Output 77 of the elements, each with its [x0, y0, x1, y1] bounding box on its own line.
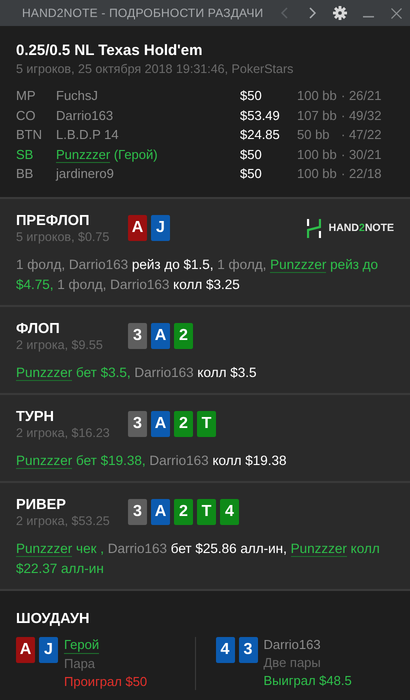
hand-rank: Пара [64, 656, 96, 672]
player-stack: $24.85 [240, 126, 281, 144]
player-link[interactable]: Punzzzer [16, 540, 72, 556]
player-name: Darrio163 [56, 106, 114, 124]
player-position: MP [16, 87, 36, 104]
chevron-right-icon [308, 7, 316, 19]
action-line: 1 фолд, Darrio163 рейз до $1.5, 1 фолд, Punzzzer рейз до $4.75, 1 фолд, Darrio163 колл $3.25 [16, 256, 380, 294]
player-link[interactable]: Герой [64, 636, 100, 654]
player-bb: 107 bb [297, 106, 338, 124]
playing-card: J [39, 636, 58, 662]
street-info: 5 игроков, $0.75 [16, 230, 110, 244]
action-line: Punzzzer бет $3.5, Darrio163 колл $3.5 [16, 364, 258, 382]
street-title: РИВЕР [16, 496, 67, 512]
player-stats: · 47/22 [341, 126, 382, 144]
player-bb: 50 bb [297, 126, 331, 144]
hand-rank: Две пары [264, 654, 321, 670]
action-line: Punzzzer бет $19.38, Darrio163 колл $19.38 [16, 452, 288, 470]
player-link[interactable]: Punzzzer [270, 256, 326, 272]
player-position: CO [16, 106, 36, 124]
playing-card: 3 [128, 323, 147, 349]
player-bb: 100 bb [297, 165, 338, 182]
player-stats: · 26/21 [341, 87, 382, 104]
playing-card: J [151, 215, 170, 241]
street-info: 2 игрока, $9.55 [16, 338, 104, 352]
playing-card: 2 [174, 499, 193, 525]
street-title: ТУРН [16, 408, 56, 424]
player-stats: · 30/21 [341, 146, 382, 163]
result-text: Проиграл $50 [64, 674, 148, 690]
result-text: Выиграл $48.5 [264, 672, 352, 688]
player-position: BTN [16, 126, 43, 144]
logo-text: HAND2NOTE [328, 222, 394, 234]
playing-card: 4 [220, 499, 239, 525]
player-stack: $53.49 [240, 106, 281, 124]
hero-label: (Герой) [112, 146, 158, 162]
playing-card: T [197, 411, 216, 437]
playing-card: A [151, 411, 170, 437]
player-stack: $50 [240, 87, 263, 104]
playing-card: 3 [128, 499, 147, 525]
player-position: SB [16, 146, 34, 163]
player-bb: 100 bb [297, 146, 338, 163]
hand-subtitle: 5 игроков, 25 октября 2018 19:31:46, PokerStars [16, 62, 294, 76]
chevron-left-icon [280, 7, 288, 19]
player-stack: $50 [240, 146, 263, 163]
playing-card: 4 [216, 636, 234, 662]
player-name: Darrio163 [264, 636, 321, 652]
playing-card: A [16, 636, 35, 662]
close-icon [390, 8, 402, 18]
player-stats: · 22/18 [341, 165, 382, 182]
player-link[interactable]: Punzzzer [290, 540, 347, 556]
player-stats: · 49/32 [341, 106, 382, 124]
player-link[interactable]: Punzzzer [56, 146, 110, 162]
playing-card: 3 [128, 411, 147, 437]
player-position: BB [16, 165, 34, 182]
playing-card: A [151, 323, 170, 349]
street-title: ПРЕФЛОП [16, 212, 90, 228]
player-link[interactable]: Punzzzer [16, 364, 72, 380]
street-info: 2 игрока, $16.23 [16, 426, 111, 440]
player-link[interactable]: Punzzzer [16, 452, 72, 468]
hand-title: 0.25/0.5 NL Texas Hold'em [16, 42, 204, 59]
minimize-icon [362, 16, 374, 18]
showdown-title: ШОУДАУН [16, 610, 91, 626]
street-info: 2 игрока, $53.25 [16, 514, 111, 528]
playing-card: A [151, 499, 170, 525]
action-line: Punzzzer чек , Darrio163 бет $25.86 алл-ин, Punzzzer колл $22.37 алл-ин [16, 540, 381, 578]
player-name: FuchsJ [56, 87, 99, 104]
player-name: L.B.D.P 14 [56, 126, 120, 144]
player-bb: 100 bb [297, 87, 338, 104]
playing-card: 3 [238, 636, 258, 662]
playing-card: 2 [174, 323, 193, 349]
playing-card: 2 [174, 411, 193, 437]
player-stack: $50 [240, 165, 263, 182]
playing-card: T [197, 499, 216, 525]
street-title: ФЛОП [16, 320, 61, 336]
window-title: HAND2NOTE - ПОДРОБНОСТИ РАЗДАЧИ [22, 6, 264, 20]
settings-icon [333, 6, 347, 20]
player-name: jardinero9 [56, 165, 115, 182]
playing-card: A [128, 215, 147, 241]
